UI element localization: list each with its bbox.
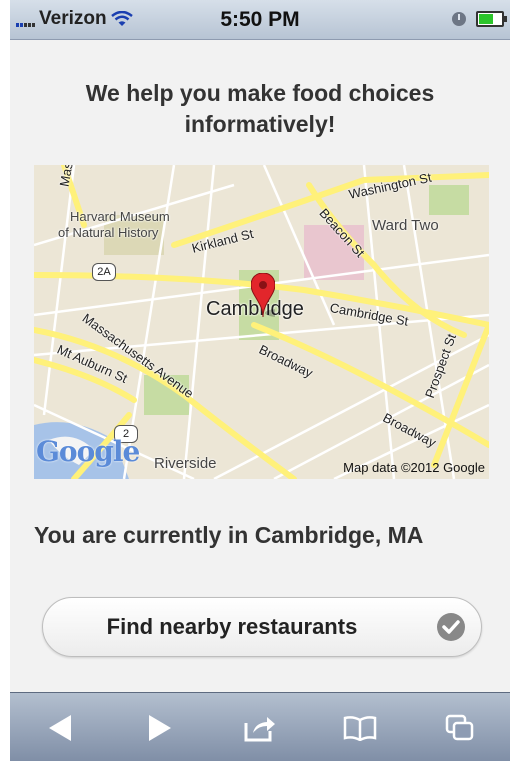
bookmarks-button[interactable] (330, 703, 390, 753)
map-label-ward-two: Ward Two (372, 217, 439, 234)
route-shield-2a: 2A (92, 263, 116, 281)
current-location-text: You are currently in Cambridge, MA (34, 522, 424, 548)
status-time: 5:50 PM (220, 8, 300, 31)
back-button[interactable] (30, 703, 90, 753)
google-logo: Google (36, 435, 140, 468)
find-button-label: Find nearby restaurants (106, 614, 358, 639)
share-icon (244, 716, 275, 741)
map-label-harvard-museum: Harvard Museum (70, 209, 170, 224)
map-credit: Map data ©2012 Google (343, 460, 485, 475)
bookmarks-icon (343, 715, 377, 741)
tabs-icon (445, 714, 474, 740)
status-bar: Verizon 5:50 PM (10, 0, 510, 40)
status-right (452, 11, 507, 27)
map-label-riverside: Riverside (154, 455, 217, 472)
forward-arrow-icon (149, 714, 171, 741)
battery-icon (476, 11, 507, 27)
find-nearby-restaurants-button[interactable]: Find nearby restaurants (42, 597, 482, 657)
forward-button[interactable] (130, 703, 190, 753)
tabs-button[interactable] (430, 703, 490, 753)
map-view[interactable]: Harvard Museum of Natural History Ward T… (34, 165, 489, 479)
browser-toolbar (10, 692, 510, 761)
check-circle-icon (437, 613, 465, 641)
back-arrow-icon (49, 714, 71, 741)
phone-screen: Verizon 5:50 PM We help you make food ch… (10, 0, 510, 761)
clock-icon (452, 12, 466, 26)
headline: We help you make food choices informativ… (85, 80, 435, 137)
map-label-natural-history: of Natural History (58, 225, 159, 240)
share-button[interactable] (230, 703, 290, 753)
